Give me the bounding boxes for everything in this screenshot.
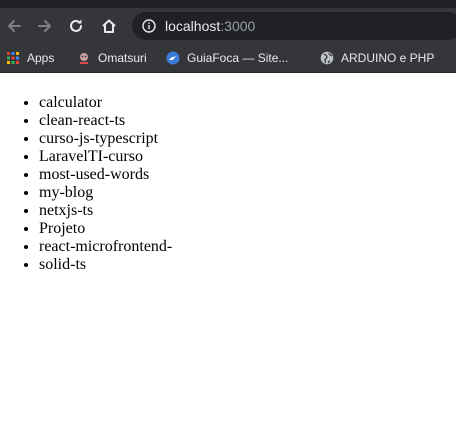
bookmark-label: ARDUINO e PHP	[341, 51, 435, 65]
project-list: calculator clean-react-ts curso-js-types…	[39, 94, 172, 274]
tab-strip	[0, 0, 456, 8]
bookmark-label: GuiaFoca — Site...	[187, 51, 289, 65]
list-item: Projeto	[39, 220, 172, 238]
list-item: netxjs-ts	[39, 202, 172, 220]
bookmark-omatsuri[interactable]: Omatsuri	[77, 49, 147, 67]
page-content: calculator clean-react-ts curso-js-types…	[0, 73, 456, 434]
arrow-left-icon	[8, 20, 21, 32]
address-bar[interactable]: localhost:3000	[132, 12, 456, 40]
browser-toolbar: localhost:3000	[0, 8, 456, 44]
omatsuri-icon	[80, 53, 88, 64]
info-icon[interactable]	[142, 19, 156, 33]
globe-icon	[320, 51, 334, 65]
reload-button[interactable]	[64, 14, 88, 38]
home-button[interactable]	[97, 14, 121, 38]
guiafoca-icon	[166, 51, 180, 65]
url-host: localhost	[165, 18, 221, 34]
list-item: LaravelTI-curso	[39, 148, 172, 166]
bookmark-label: Omatsuri	[98, 51, 147, 65]
apps-grid-icon	[7, 52, 19, 64]
url-port: :3000	[220, 18, 256, 34]
bookmark-label: Apps	[27, 51, 55, 65]
list-item: most-used-words	[39, 166, 172, 184]
home-icon	[102, 19, 116, 33]
active-tab[interactable]	[0, 0, 456, 8]
back-button[interactable]	[2, 14, 26, 38]
bookmark-guiafoca[interactable]: GuiaFoca — Site...	[166, 49, 288, 67]
arrow-right-icon	[38, 20, 51, 32]
bookmark-apps[interactable]: Apps	[6, 49, 54, 67]
reload-icon	[70, 19, 82, 32]
list-item: solid-ts	[39, 256, 172, 274]
bookmarks-bar: Apps Omatsuri GuiaFoca — Site... ARDUINO…	[0, 44, 456, 72]
list-item: react-microfrontend-	[39, 238, 172, 256]
forward-button[interactable]	[33, 14, 57, 38]
list-item: curso-js-typescript	[39, 130, 172, 148]
address-url[interactable]: localhost:3000	[165, 18, 255, 34]
list-item: clean-react-ts	[39, 112, 172, 130]
list-item: my-blog	[39, 184, 172, 202]
list-item: calculator	[39, 94, 172, 112]
bookmark-arduino-php[interactable]: ARDUINO e PHP	[320, 49, 434, 67]
